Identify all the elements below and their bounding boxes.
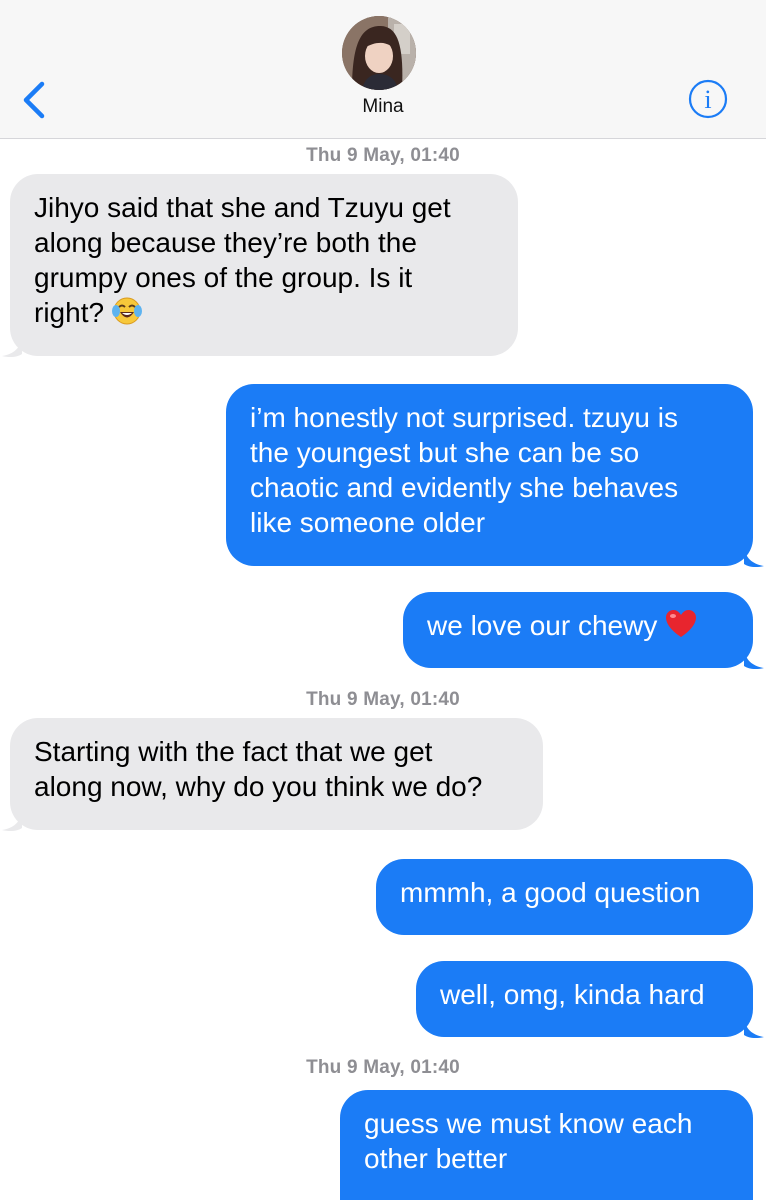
info-button[interactable]: i <box>688 79 728 119</box>
bubble-tail <box>744 548 764 568</box>
chevron-left-icon <box>23 81 45 119</box>
conversation-header: Mina i <box>0 0 766 139</box>
message-line: along now, why do you think we do? <box>34 771 483 802</box>
message-outgoing[interactable]: mmmh, a good question <box>376 859 753 935</box>
message-outgoing[interactable]: we love our chewy <box>403 592 753 668</box>
timestamp: Thu 9 May, 01:40 <box>306 689 460 710</box>
back-button[interactable] <box>18 78 52 122</box>
message-outgoing[interactable]: guess we must know each other better <box>340 1090 753 1200</box>
message-line: grumpy ones of the group. Is it <box>34 262 413 293</box>
bubble-tail <box>2 812 22 832</box>
timestamp: Thu 9 May, 01:40 <box>306 1057 460 1078</box>
svg-text:i: i <box>704 85 711 114</box>
message-line: i’m honestly not surprised. tzuyu is <box>250 402 678 433</box>
message-line: guess we must know each <box>364 1108 693 1139</box>
message-line: the youngest but she can be so <box>250 437 640 468</box>
message-line: Starting with the fact that we get <box>34 736 433 767</box>
message-line: well, omg, kinda hard <box>440 979 705 1010</box>
timestamp: Thu 9 May, 01:40 <box>306 145 460 166</box>
message-line-last: we love our chewy <box>427 608 729 647</box>
message-incoming[interactable]: Jihyo said that she and Tzuyu get along … <box>10 174 518 356</box>
message-line: mmmh, a good question <box>400 877 701 908</box>
message-outgoing[interactable]: i’m honestly not surprised. tzuyu is the… <box>226 384 753 566</box>
message-line: other better <box>364 1143 508 1174</box>
message-line: we love our chewy <box>427 610 658 641</box>
tears-of-joy-emoji-icon <box>112 296 143 334</box>
message-outgoing[interactable]: well, omg, kinda hard <box>416 961 753 1037</box>
red-heart-emoji-icon <box>665 609 697 647</box>
contact-name[interactable]: Mina <box>283 96 483 118</box>
message-line: like someone older <box>250 507 486 538</box>
avatar[interactable] <box>342 16 416 90</box>
bubble-tail <box>744 650 764 670</box>
message-line: right? <box>34 297 105 328</box>
info-icon: i <box>688 79 728 119</box>
message-line: along because they’re both the <box>34 227 417 258</box>
message-line: chaotic and evidently she behaves <box>250 472 679 503</box>
avatar-photo <box>342 16 416 90</box>
bubble-tail <box>2 338 22 358</box>
bubble-tail <box>744 1019 764 1039</box>
message-line: Jihyo said that she and Tzuyu get <box>34 192 451 223</box>
message-incoming[interactable]: Starting with the fact that we get along… <box>10 718 543 830</box>
message-line-last: right? <box>34 295 494 334</box>
